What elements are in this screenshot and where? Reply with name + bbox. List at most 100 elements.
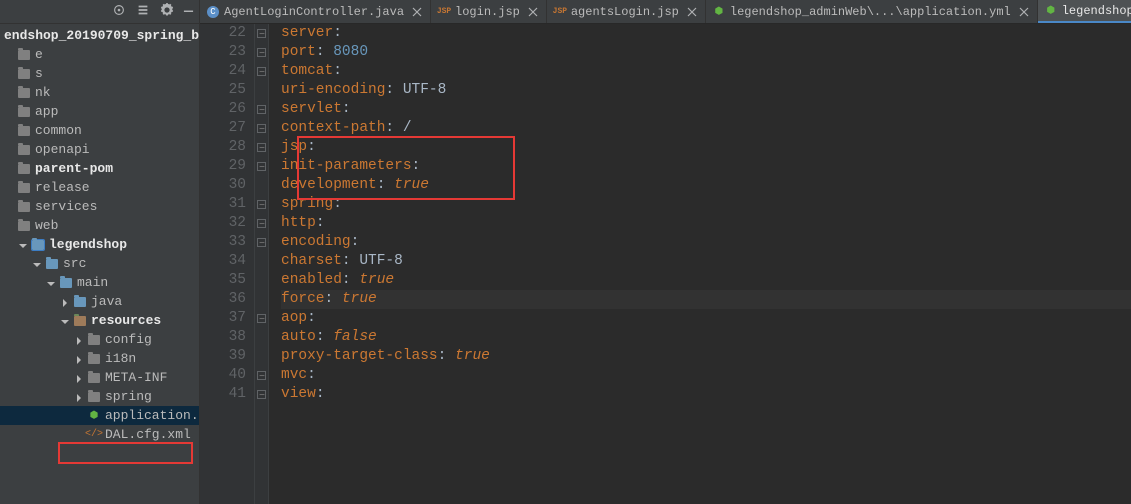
- chevron-down-icon[interactable]: [46, 278, 56, 288]
- tree-item-e[interactable]: e: [0, 45, 199, 64]
- tree-item-app[interactable]: app: [0, 102, 199, 121]
- tree-item-main[interactable]: main: [0, 273, 199, 292]
- tab-agentslogin-jsp[interactable]: JSPagentsLogin.jsp: [547, 0, 706, 23]
- gear-icon[interactable]: [160, 3, 174, 21]
- code-line[interactable]: auto: false: [281, 328, 1131, 347]
- fold-marker[interactable]: [257, 162, 266, 171]
- line-number: 22: [200, 24, 246, 43]
- fold-marker[interactable]: [257, 200, 266, 209]
- editor-tabs[interactable]: CAgentLoginController.javaJSPlogin.jspJS…: [200, 0, 1131, 24]
- tree-item-web[interactable]: web: [0, 216, 199, 235]
- chevron-down-icon[interactable]: [60, 316, 70, 326]
- tree-item-i18n[interactable]: i18n: [0, 349, 199, 368]
- tree-root[interactable]: endshop_20190709_spring_boot: [0, 26, 199, 45]
- close-icon[interactable]: [412, 7, 422, 17]
- code-line[interactable]: context-path: /: [281, 119, 1131, 138]
- tree-item-java[interactable]: java: [0, 292, 199, 311]
- tree-item-services[interactable]: services: [0, 197, 199, 216]
- line-number: 32: [200, 214, 246, 233]
- tree-item-spring[interactable]: spring: [0, 387, 199, 406]
- project-tree[interactable]: endshop_20190709_spring_bootes nk app commo…: [0, 24, 199, 446]
- code-line[interactable]: servlet:: [281, 100, 1131, 119]
- collapse-icon[interactable]: [136, 3, 150, 21]
- tab-login-jsp[interactable]: JSPlogin.jsp: [431, 0, 547, 23]
- code-line[interactable]: spring:: [281, 195, 1131, 214]
- tab-label: legendshop_adminWeb\...\application.yml: [730, 5, 1011, 19]
- fold-column[interactable]: [255, 24, 269, 504]
- xml-file-icon: </>: [87, 428, 101, 442]
- code-line[interactable]: encoding:: [281, 233, 1131, 252]
- tree-item-nk[interactable]: nk: [0, 83, 199, 102]
- code-line[interactable]: port: 8080: [281, 43, 1131, 62]
- code-line[interactable]: view:: [281, 385, 1131, 404]
- tree-item-openapi[interactable]: openapi: [0, 140, 199, 159]
- line-number: 23: [200, 43, 246, 62]
- tree-item-label: app: [35, 104, 58, 119]
- code-line[interactable]: proxy-target-class: true: [281, 347, 1131, 366]
- code-line[interactable]: init-parameters:: [281, 157, 1131, 176]
- folder-icon: [17, 219, 31, 233]
- tree-item-s[interactable]: s: [0, 64, 199, 83]
- chevron-right-icon[interactable]: [74, 354, 84, 364]
- fold-marker[interactable]: [257, 48, 266, 57]
- tree-item-parent-pom[interactable]: parent-pom: [0, 159, 199, 178]
- fold-marker[interactable]: [257, 124, 266, 133]
- locate-icon[interactable]: [112, 3, 126, 21]
- chevron-down-icon[interactable]: [18, 240, 28, 250]
- tree-item-legendshop[interactable]: legendshop: [0, 235, 199, 254]
- line-number: 24: [200, 62, 246, 81]
- fold-marker[interactable]: [257, 371, 266, 380]
- code-line[interactable]: http:: [281, 214, 1131, 233]
- tree-item-label: common: [35, 123, 82, 138]
- code-line[interactable]: server:: [281, 24, 1131, 43]
- line-number: 37: [200, 309, 246, 328]
- fold-marker[interactable]: [257, 29, 266, 38]
- tree-item-dal-cfg-xml[interactable]: </>DAL.cfg.xml: [0, 425, 199, 444]
- tab-legendshop-application-y[interactable]: ⬢legendshop\...\application.y: [1038, 0, 1131, 23]
- tab-label: agentsLogin.jsp: [571, 5, 679, 19]
- tree-item-resources[interactable]: resources: [0, 311, 199, 330]
- hide-icon[interactable]: —: [184, 3, 193, 20]
- code-line[interactable]: aop:: [281, 309, 1131, 328]
- folder-icon: [17, 200, 31, 214]
- fold-marker[interactable]: [257, 314, 266, 323]
- tree-item-src[interactable]: src: [0, 254, 199, 273]
- code-line[interactable]: jsp:: [281, 138, 1131, 157]
- fold-marker[interactable]: [257, 219, 266, 228]
- tree-item-meta-inf[interactable]: META-INF: [0, 368, 199, 387]
- tree-item-label: java: [91, 294, 122, 309]
- tree-item-config[interactable]: config: [0, 330, 199, 349]
- tree-item-release[interactable]: release: [0, 178, 199, 197]
- tab-label: legendshop\...\application.y: [1062, 4, 1131, 18]
- yml-file-icon: ⬢: [87, 409, 101, 423]
- fold-marker[interactable]: [257, 67, 266, 76]
- code-line[interactable]: enabled: true: [281, 271, 1131, 290]
- folder-icon: [17, 67, 31, 81]
- close-icon[interactable]: [687, 7, 697, 17]
- tab-agentlogincontroller-java[interactable]: CAgentLoginController.java: [200, 0, 431, 23]
- chevron-down-icon[interactable]: [32, 259, 42, 269]
- close-icon[interactable]: [1019, 7, 1029, 17]
- code-line[interactable]: uri-encoding: UTF-8: [281, 81, 1131, 100]
- chevron-right-icon[interactable]: [74, 335, 84, 345]
- fold-marker[interactable]: [257, 143, 266, 152]
- close-icon[interactable]: [528, 7, 538, 17]
- tree-item-common[interactable]: common: [0, 121, 199, 140]
- chevron-right-icon[interactable]: [74, 373, 84, 383]
- tree-item-label: s: [35, 66, 43, 81]
- code-editor[interactable]: 2223242526272829303132333435363738394041…: [200, 24, 1131, 504]
- fold-marker[interactable]: [257, 238, 266, 247]
- code-line[interactable]: tomcat:: [281, 62, 1131, 81]
- line-number: 38: [200, 328, 246, 347]
- chevron-right-icon[interactable]: [74, 392, 84, 402]
- code-line[interactable]: force: true: [281, 290, 1131, 309]
- code-line[interactable]: development: true: [281, 176, 1131, 195]
- fold-marker[interactable]: [257, 105, 266, 114]
- code-content[interactable]: server: port: 8080 tomcat: uri-encoding:…: [269, 24, 1131, 504]
- tree-item-application-yml[interactable]: ⬢application.yml: [0, 406, 199, 425]
- chevron-right-icon[interactable]: [60, 297, 70, 307]
- code-line[interactable]: charset: UTF-8: [281, 252, 1131, 271]
- tab-legendshop-adminweb-application-yml[interactable]: ⬢legendshop_adminWeb\...\application.yml: [706, 0, 1038, 23]
- fold-marker[interactable]: [257, 390, 266, 399]
- code-line[interactable]: mvc:: [281, 366, 1131, 385]
